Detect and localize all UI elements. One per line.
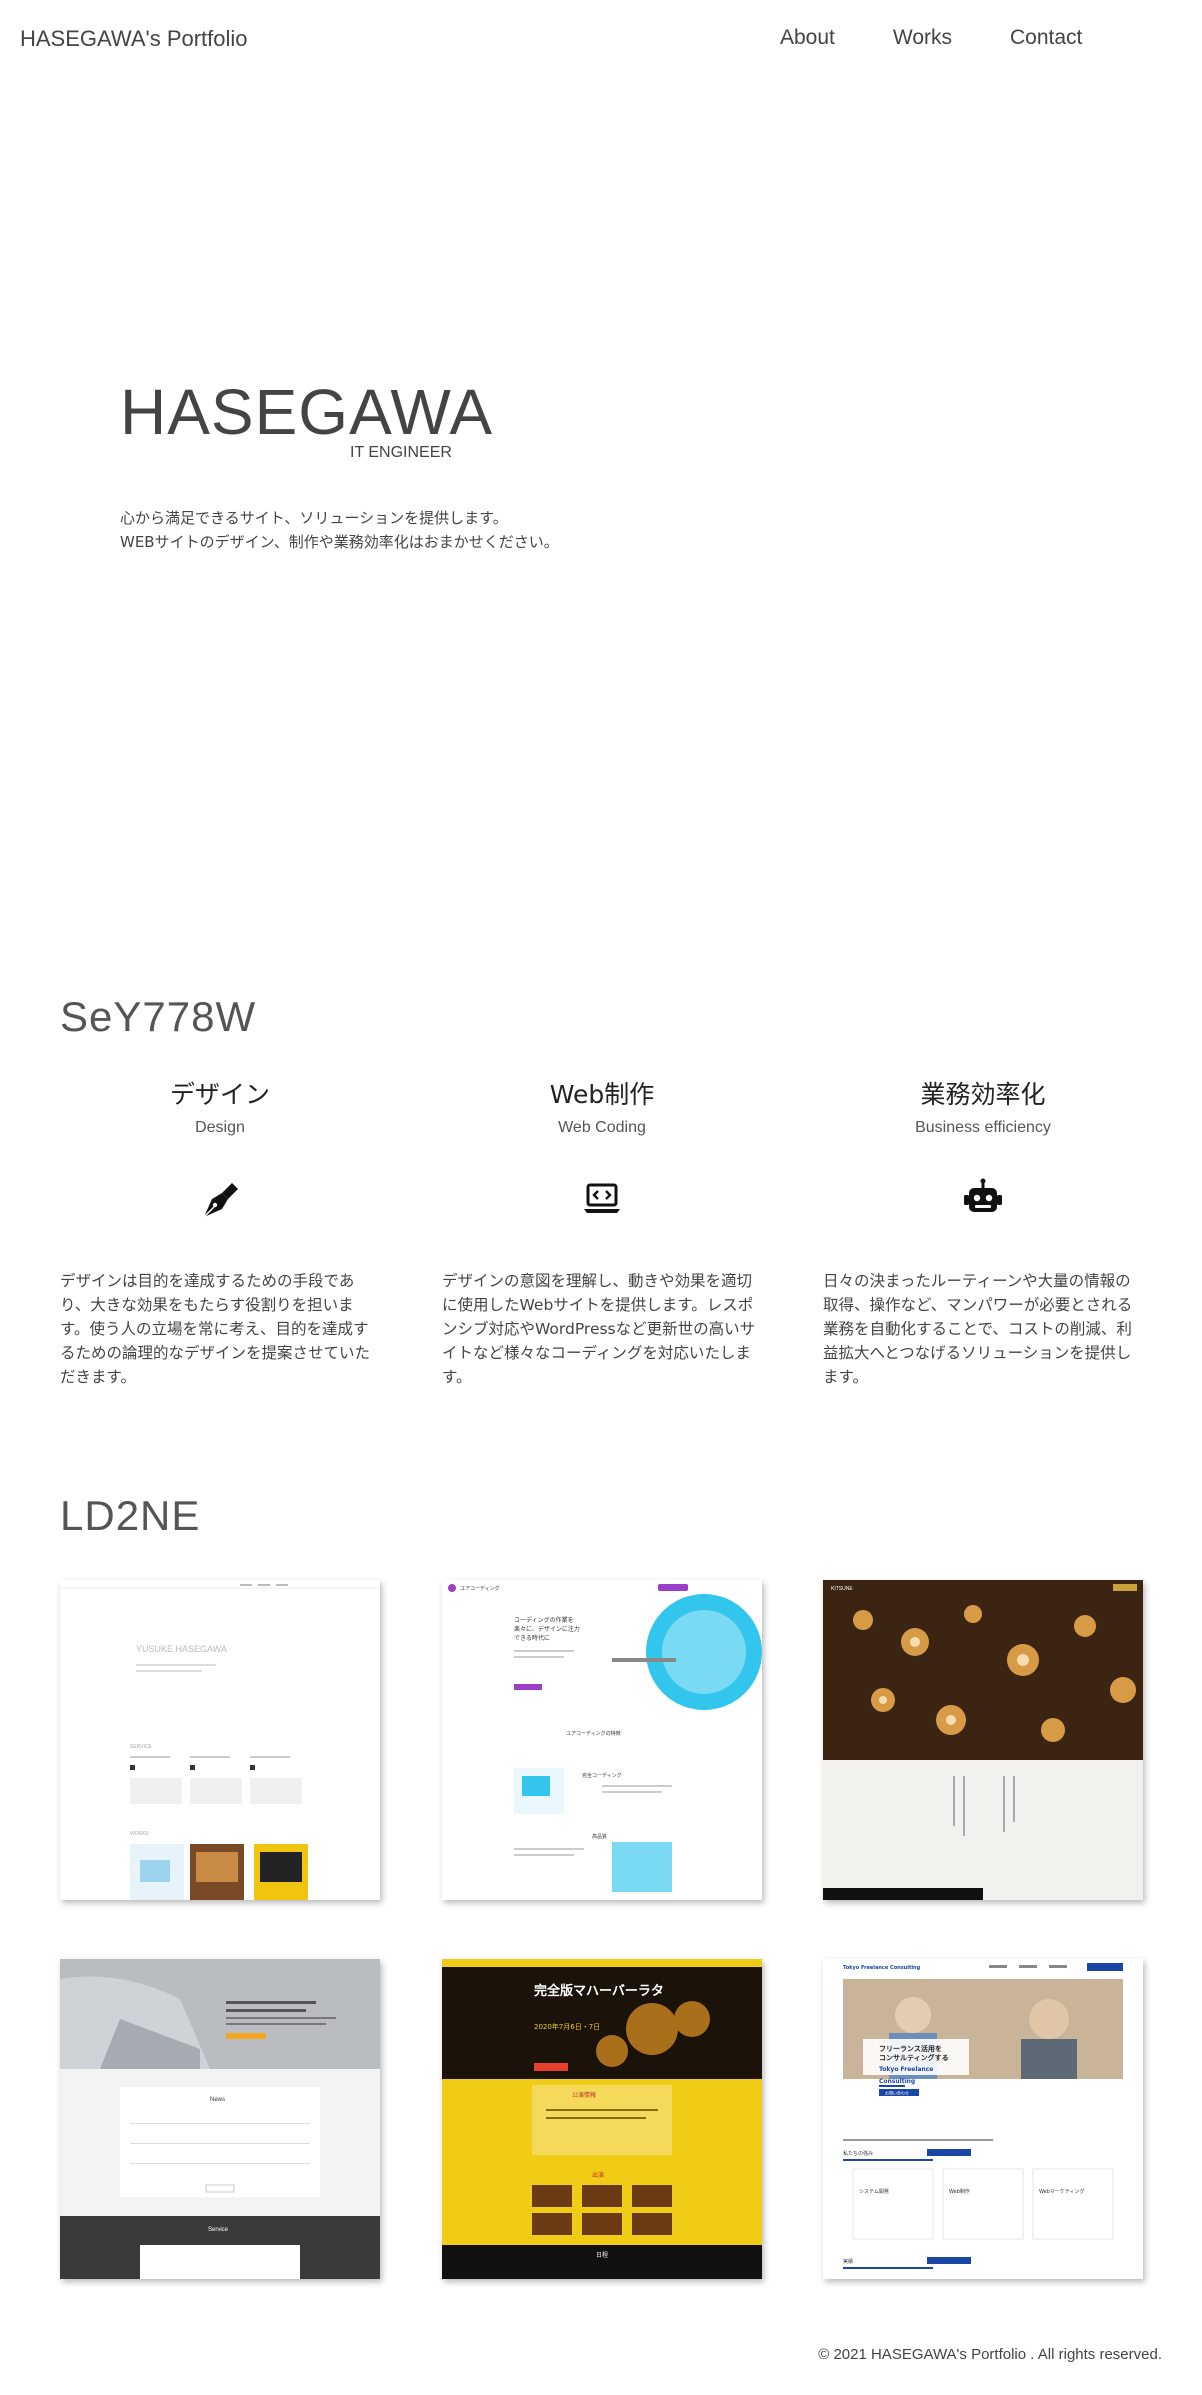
service-subtitle: Design xyxy=(195,1119,245,1136)
thumb-text: News xyxy=(210,2097,225,2103)
service-description: デザインは目的を達成するための手段であり、大きな効果をもたらす役割りを担います。… xyxy=(60,1272,371,1386)
hero-line-1: 心から満足できるサイト、ソリューションを提供します。 xyxy=(120,509,508,527)
thumb-text: 日程 xyxy=(596,2251,608,2259)
thumb-text: KITSUNE xyxy=(831,1586,853,1592)
thumb-text: 完全コーディング xyxy=(582,1772,622,1779)
thumb-text: お問い合わせ xyxy=(885,2090,909,2096)
thumb-text: YUSUKE HASEGAWA xyxy=(136,1644,227,1654)
hero-name: HASEGAWA xyxy=(120,376,494,448)
service-description: デザインの意図を理解し、動きや効果を適切に使用したWebサイトを提供します。レス… xyxy=(442,1272,756,1386)
service-design: デザイン Design デザインは目的を達成するための手段であり、大きな効果をも… xyxy=(60,1075,380,1389)
thumb-text: フリーランス活用を xyxy=(879,2044,942,2053)
hero-intro: 心から満足できるサイト、ソリューションを提供します。 WEBサイトのデザイン、制… xyxy=(120,506,559,554)
work-thumbnail[interactable]: Tokyo Freelance Consulting フリーランス活用を コンサ… xyxy=(823,1959,1143,2279)
work-preview: Tokyo Freelance Consulting フリーランス活用を コンサ… xyxy=(843,1963,1123,2269)
work-preview: KITSUNE xyxy=(823,1580,1143,1900)
nav-contact[interactable]: Contact xyxy=(1010,26,1082,50)
thumb-text: Consulting xyxy=(879,2078,915,2085)
pen-nib-icon xyxy=(203,1183,238,1218)
thumb-text: 私たちの強み xyxy=(843,2150,873,2157)
thumb-text: コーディングの作業を xyxy=(514,1616,574,1624)
service-description: 日々の決まったルーティーンや大量の情報の取得、操作など、マンパワーが必要とされる… xyxy=(823,1272,1133,1386)
work-thumbnail[interactable]: YUSUKE HASEGAWA SERVICE WORKS xyxy=(60,1580,380,1900)
thumb-text: Webマーケティング xyxy=(1039,2188,1085,2195)
nav-works[interactable]: Works xyxy=(893,26,952,50)
nav-about[interactable]: About xyxy=(780,26,835,50)
thumb-text: ユアコーディングの特徴 xyxy=(566,1730,621,1737)
work-preview: ユアコーディング コーディングの作業を 楽々に、デザインに注力 できる時代に ユ… xyxy=(448,1584,762,1892)
site-title[interactable]: HASEGAWA's Portfolio xyxy=(20,26,248,52)
works-title: LD2NE xyxy=(60,1492,201,1539)
work-thumbnail[interactable]: ユアコーディング コーディングの作業を 楽々に、デザインに注力 できる時代に ユ… xyxy=(442,1580,762,1900)
work-thumbnail[interactable]: KITSUNE xyxy=(823,1580,1143,1900)
hero-line-2: WEBサイトのデザイン、制作や業務効率化はおまかせください。 xyxy=(120,533,559,551)
thumb-text: SERVICE xyxy=(130,1744,153,1750)
services-title: SeY778W xyxy=(60,993,257,1040)
work-preview: News Service xyxy=(60,1959,380,2279)
thumb-text: システム開発 xyxy=(859,2188,889,2195)
thumb-text: 実績 xyxy=(843,2258,853,2265)
thumb-text: Service xyxy=(208,2227,229,2233)
service-subtitle: Web Coding xyxy=(558,1119,646,1136)
work-preview: YUSUKE HASEGAWA SERVICE WORKS xyxy=(60,1584,380,1900)
thumb-text: 楽々に、デザインに注力 xyxy=(514,1625,580,1633)
laptop-code-icon xyxy=(584,1183,620,1213)
thumb-text: 高品質 xyxy=(592,1833,607,1840)
main-nav: About Works Contact xyxy=(780,26,1140,50)
work-thumbnail[interactable]: News Service xyxy=(60,1959,380,2279)
thumb-text: Web制作 xyxy=(949,2188,970,2195)
site-header: HASEGAWA's Portfolio About Works Contact xyxy=(0,0,1202,80)
service-title: 業務効率化 xyxy=(920,1080,1046,1109)
service-title: Web制作 xyxy=(549,1080,655,1109)
work-thumbnail[interactable]: 完全版マハーバーラタ 2020年7月6日・7日 公演情報 出演 日程 xyxy=(442,1959,762,2279)
thumb-text: Tokyo Freelance Consulting xyxy=(843,1965,921,1971)
thumb-text: 出演 xyxy=(592,2171,604,2179)
service-title: デザイン xyxy=(169,1080,270,1109)
thumb-text: WORKS xyxy=(130,1831,150,1837)
service-business-efficiency: 業務効率化 Business efficiency 日々の決まったルーティーンや… xyxy=(823,1075,1143,1389)
thumb-text: 2020年7月6日・7日 xyxy=(534,2022,600,2031)
thumb-text: ユアコーディング xyxy=(460,1585,500,1592)
work-preview: 完全版マハーバーラタ 2020年7月6日・7日 公演情報 出演 日程 xyxy=(442,1959,762,2279)
robot-icon xyxy=(964,1178,1002,1212)
thumb-text: できる時代に xyxy=(514,1634,550,1642)
thumb-text: 完全版マハーバーラタ xyxy=(534,1983,664,1999)
service-subtitle: Business efficiency xyxy=(915,1119,1051,1136)
thumb-text: コンサルティングする xyxy=(879,2053,949,2062)
hero-subtitle: IT ENGINEER xyxy=(350,444,452,461)
footer-copyright: © 2021 HASEGAWA's Portfolio . All rights… xyxy=(818,2346,1162,2363)
service-web-coding: Web制作 Web Coding デザインの意図を理解し、動きや効果を適切に使用… xyxy=(442,1075,762,1389)
thumb-text: Tokyo Freelance xyxy=(879,2066,933,2073)
thumb-text: 公演情報 xyxy=(572,2091,596,2099)
